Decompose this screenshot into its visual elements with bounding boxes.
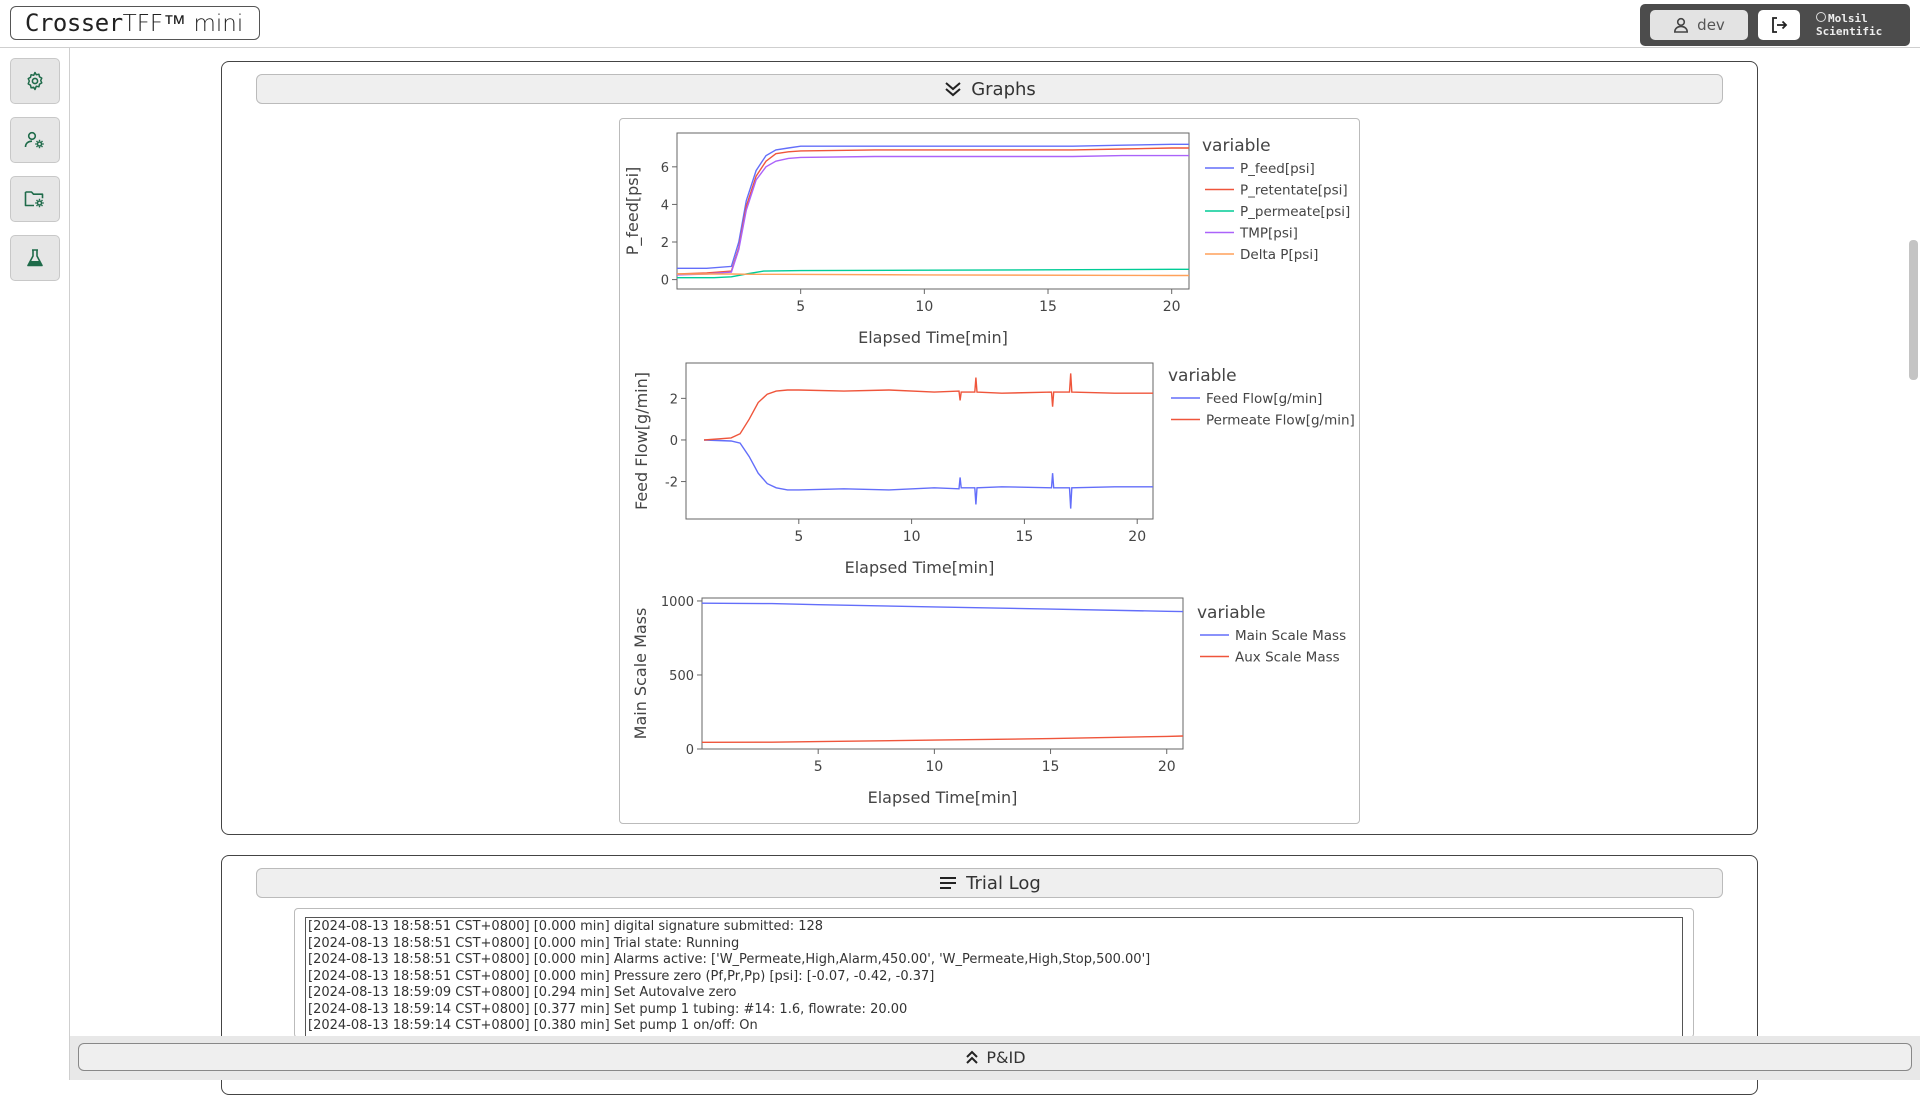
plot-area — [701, 597, 1184, 750]
y-axis-label: Feed Flow[g/min] — [632, 372, 651, 510]
x-tick-label: 10 — [925, 759, 943, 775]
trial-log-header-button[interactable]: Trial Log — [256, 868, 1723, 898]
charts-container: 5 10 15 20 0 2 4 6 Elapsed Time[min] P_feed[psi] v… — [619, 118, 1360, 824]
logout-icon — [1772, 17, 1788, 33]
user-name: dev — [1697, 16, 1725, 34]
y-tick-label: 500 — [669, 669, 694, 684]
legend-label: Permeate Flow[g/min] — [1206, 413, 1355, 429]
brand-line2: Scientific — [1816, 25, 1883, 38]
logout-button[interactable] — [1758, 10, 1800, 40]
y-tick-label: 1000 — [661, 595, 694, 610]
flask-icon — [27, 249, 43, 267]
sidebar — [0, 48, 70, 1080]
x-tick-label: 5 — [814, 759, 823, 775]
legend-label: P_retentate[psi] — [1240, 183, 1348, 199]
x-axis-label: Elapsed Time[min] — [858, 328, 1008, 347]
chevrons-up-icon — [966, 1050, 979, 1064]
y-tick-label: 0 — [670, 434, 678, 449]
x-tick-label: 20 — [1163, 299, 1181, 315]
plot-area — [685, 362, 1154, 520]
y-tick-label: -2 — [665, 476, 678, 491]
graphs-header-button[interactable]: Graphs — [256, 74, 1723, 104]
graphs-panel: Graphs 5 10 15 20 0 2 4 6 Elapsed Time[min] P_fee… — [221, 61, 1758, 835]
y-tick-label: 0 — [686, 743, 694, 758]
scrollbar-thumb[interactable] — [1909, 240, 1918, 380]
legend-label: Delta P[psi] — [1240, 247, 1318, 263]
user-settings-icon — [24, 131, 44, 149]
trial-log-text[interactable]: [2024-08-13 18:58:51 CST+0800] [0.000 mi… — [305, 917, 1683, 1047]
y-axis-label: P_feed[psi] — [623, 167, 643, 256]
pid-label: P&ID — [986, 1047, 1026, 1067]
x-tick-label: 5 — [796, 299, 805, 315]
x-tick-label: 15 — [1015, 529, 1033, 545]
legend-title: variable — [1202, 136, 1271, 156]
y-tick-label: 6 — [661, 161, 669, 176]
bottom-bar: P&ID — [70, 1036, 1920, 1080]
sidebar-item-experiment[interactable] — [10, 235, 60, 281]
page-scrollbar[interactable] — [1906, 48, 1920, 1080]
folder-settings-icon — [24, 191, 44, 208]
x-tick-label: 20 — [1128, 529, 1146, 545]
account-toolbar: dev Molsil Scientific — [1640, 4, 1910, 46]
x-tick-label: 10 — [915, 299, 933, 315]
legend-label: Feed Flow[g/min] — [1206, 391, 1322, 407]
sidebar-item-user-settings[interactable] — [10, 117, 60, 163]
x-axis-label: Elapsed Time[min] — [868, 788, 1018, 807]
brand-logo: Molsil Scientific — [1816, 12, 1882, 38]
y-tick-label: 2 — [661, 236, 669, 251]
x-tick-label: 5 — [794, 529, 803, 545]
y-tick-label: 0 — [661, 274, 669, 289]
user-button[interactable]: dev — [1650, 10, 1748, 40]
y-tick-label: 2 — [670, 392, 678, 407]
y-tick-label: 4 — [661, 198, 669, 213]
x-tick-label: 15 — [1039, 299, 1057, 315]
menu-lines-icon — [940, 877, 957, 889]
chevrons-collapse-icon — [945, 82, 961, 97]
x-tick-label: 20 — [1158, 759, 1176, 775]
sidebar-item-settings[interactable] — [10, 58, 60, 104]
pid-toggle-button[interactable]: P&ID — [78, 1043, 1912, 1071]
logo-bold-text: Crosser — [25, 9, 123, 37]
gear-icon — [27, 71, 43, 91]
legend-title: variable — [1168, 366, 1237, 386]
x-tick-label: 15 — [1042, 759, 1060, 775]
top-bar: Crosser TFF™ mini dev Molsil Scientific — [0, 0, 1920, 48]
brand-line1: Molsil — [1828, 12, 1868, 25]
legend-label: P_feed[psi] — [1240, 161, 1315, 177]
graphs-title: Graphs — [971, 78, 1036, 100]
user-icon — [1674, 17, 1689, 33]
brand-circle-icon — [1816, 12, 1826, 22]
legend-label: Aux Scale Mass — [1235, 650, 1340, 666]
trial-log-frame: [2024-08-13 18:58:51 CST+0800] [0.000 mi… — [294, 908, 1694, 1047]
legend-title: variable — [1197, 603, 1266, 623]
y-axis-label: Main Scale Mass — [631, 608, 650, 740]
logo-thin-text: TFF™ mini — [122, 10, 244, 37]
legend-label: Main Scale Mass — [1235, 628, 1346, 644]
legend-label: P_permeate[psi] — [1240, 204, 1350, 220]
legend-label: TMP[psi] — [1239, 226, 1298, 242]
sidebar-item-folder-settings[interactable] — [10, 176, 60, 222]
x-tick-label: 10 — [903, 529, 921, 545]
trial-log-title: Trial Log — [966, 872, 1041, 894]
charts-svg: 5 10 15 200246Elapsed Time[min]P_feed[psi]v… — [623, 132, 1355, 807]
x-axis-label: Elapsed Time[min] — [845, 558, 995, 577]
app-logo: Crosser TFF™ mini — [10, 6, 260, 40]
